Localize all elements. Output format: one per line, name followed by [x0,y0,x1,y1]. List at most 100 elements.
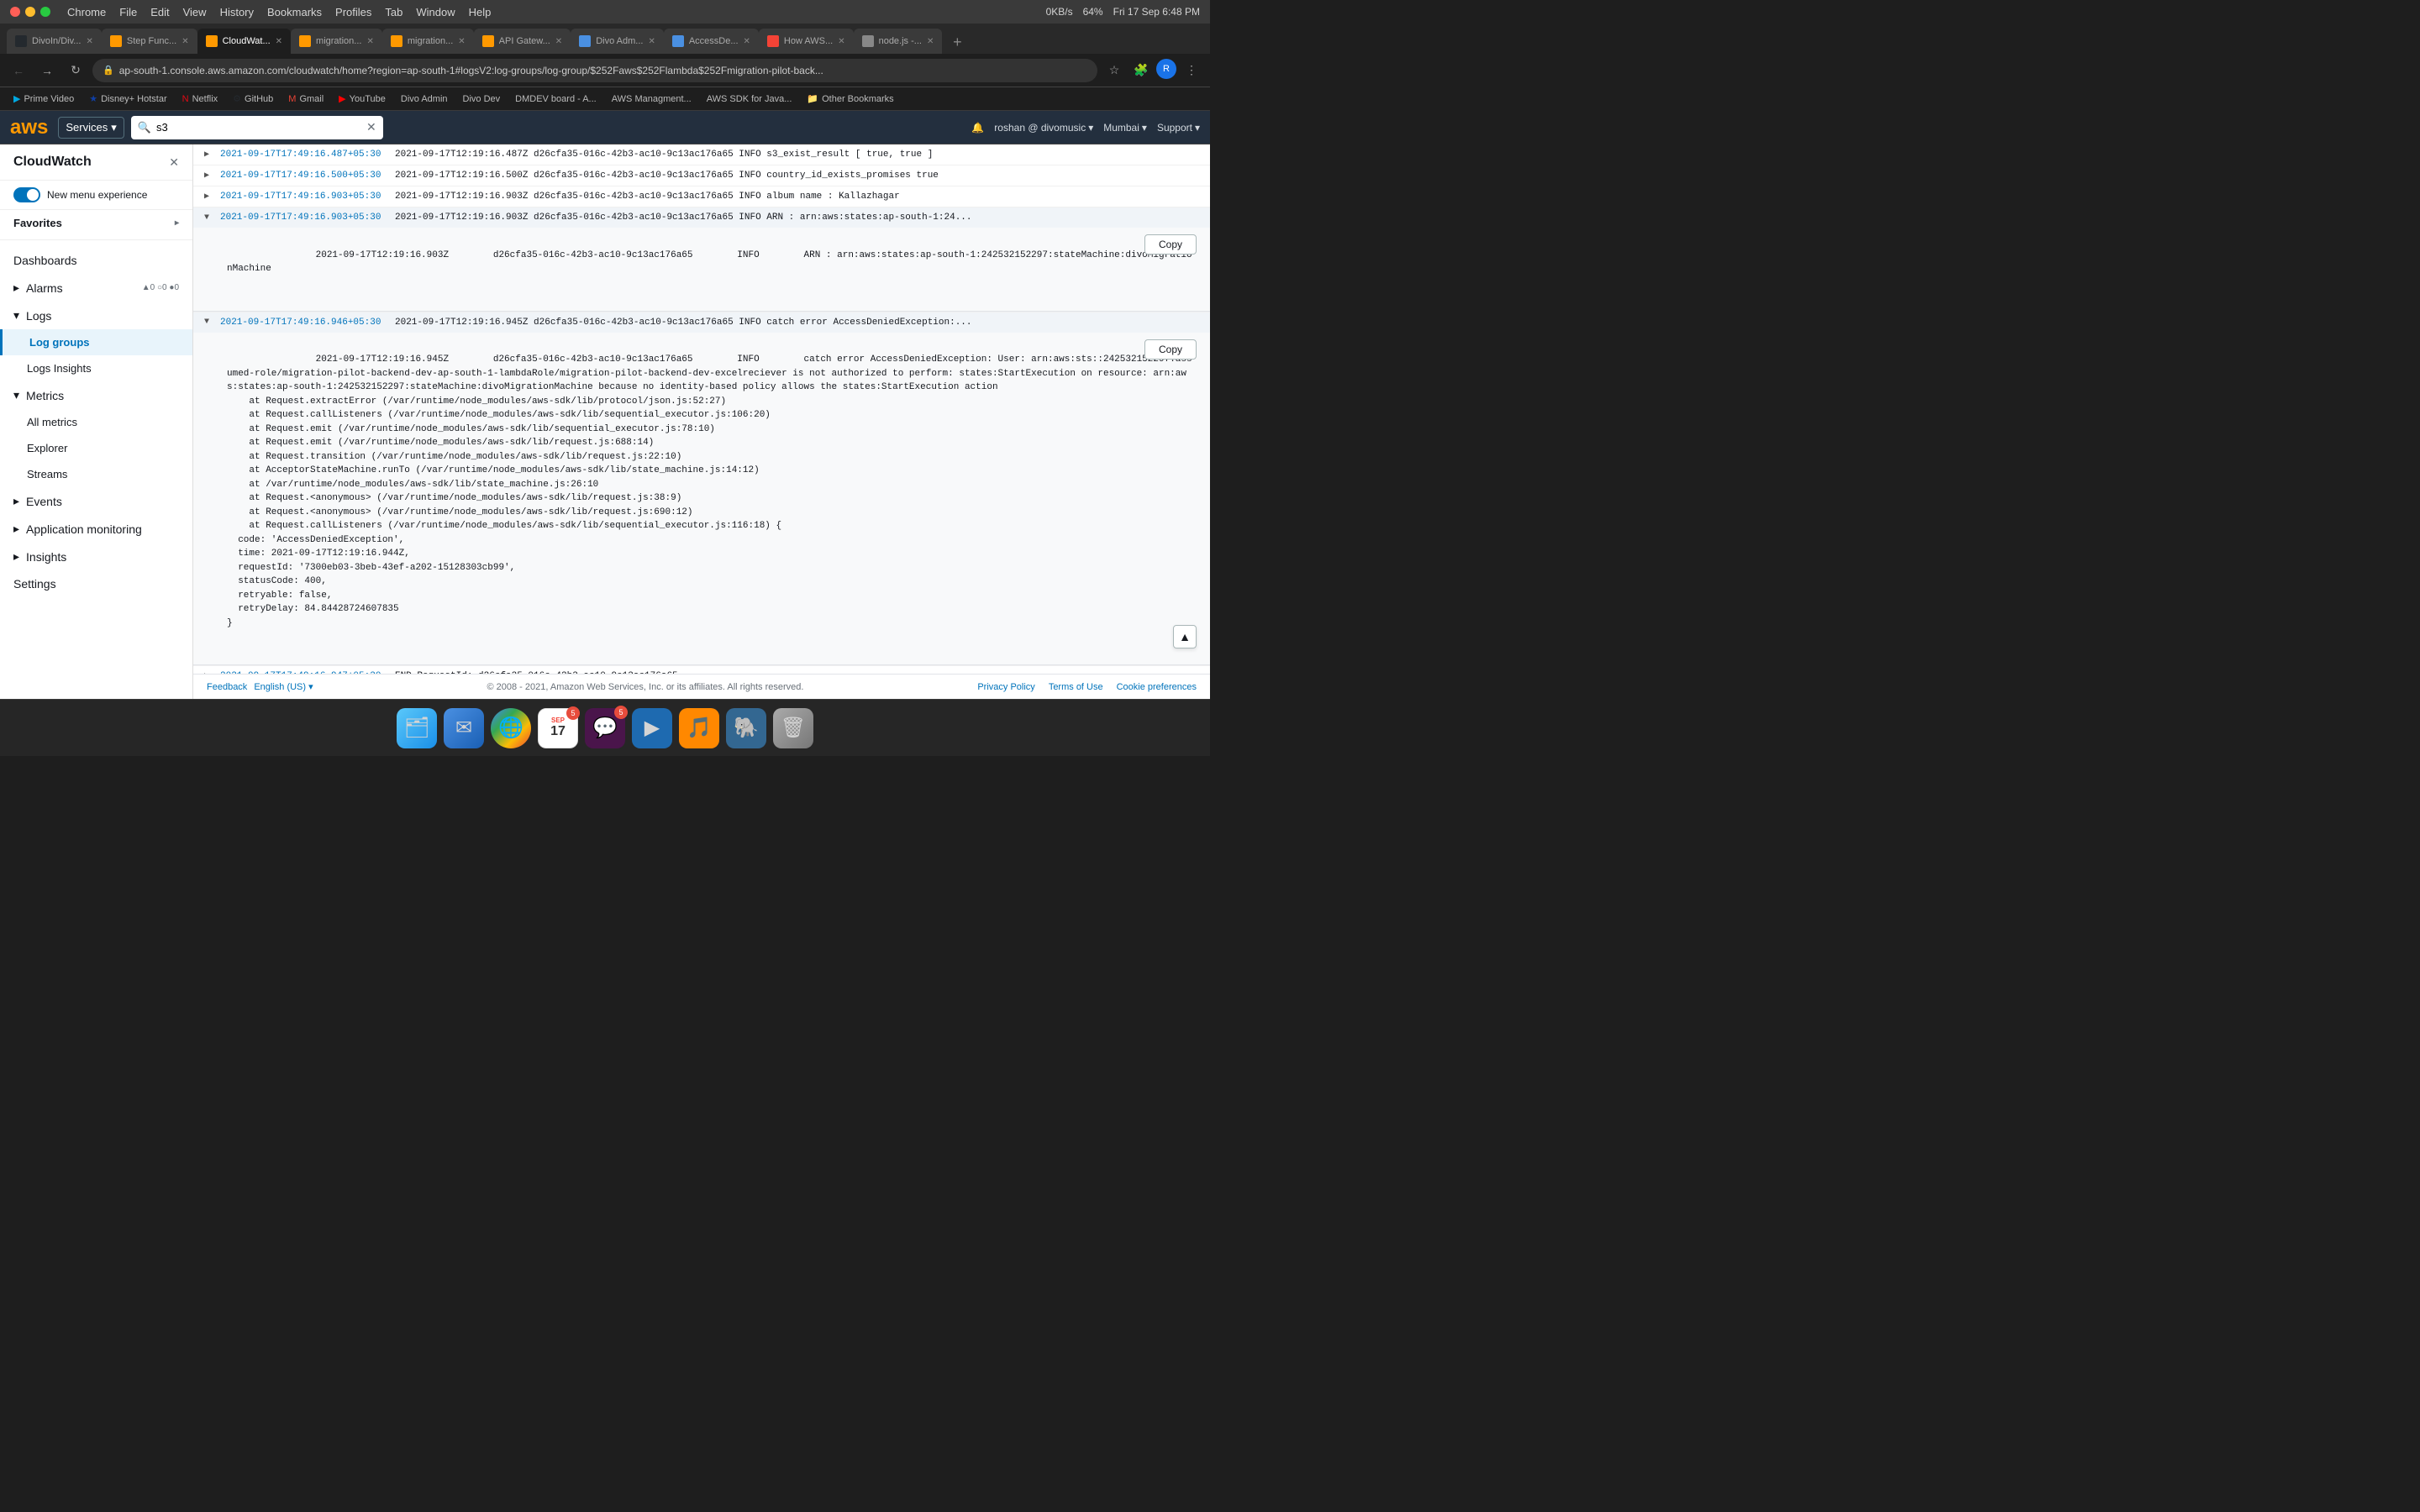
expand-icon[interactable]: ▶ [200,148,213,161]
dock-finder[interactable]: 🗂 [397,708,437,748]
tab-migration1[interactable]: migration... ✕ [291,29,382,54]
feedback-link[interactable]: Feedback [207,682,247,692]
sidebar-item-log-groups[interactable]: Log groups [0,329,192,355]
tab-close-icon[interactable]: ✕ [86,37,92,46]
log-row-1[interactable]: ▶ 2021-09-17T17:49:16.487+05:30 2021-09-… [193,144,1210,165]
bookmark-aws-mgmt[interactable]: AWS Managment... [605,92,698,106]
log-row-2[interactable]: ▶ 2021-09-17T17:49:16.500+05:30 2021-09-… [193,165,1210,186]
terms-link[interactable]: Terms of Use [1049,682,1103,692]
sidebar-item-streams[interactable]: Streams [0,461,192,487]
cookies-link[interactable]: Cookie preferences [1117,682,1197,692]
support-menu[interactable]: Support ▾ [1157,122,1200,134]
tab-close-icon[interactable]: ✕ [744,37,750,46]
expand-icon[interactable]: ▶ [200,190,213,203]
close-button[interactable] [10,7,20,17]
menu-tab[interactable]: Tab [385,6,402,18]
sidebar-item-alarms[interactable]: ▸ Alarms ▲0 ○0 ●0 [0,274,192,302]
privacy-link[interactable]: Privacy Policy [977,682,1034,692]
log-row-3[interactable]: ▶ 2021-09-17T17:49:16.903+05:30 2021-09-… [193,186,1210,207]
expand-icon[interactable]: ▼ [200,316,213,329]
dock-vlc[interactable]: 🎵 [679,708,719,748]
sidebar-close-icon[interactable]: ✕ [169,155,179,170]
dock-postgresql[interactable]: 🐘 [726,708,766,748]
dock-chrome[interactable]: 🌐 [491,708,531,748]
tab-apigateway[interactable]: API Gatew... ✕ [474,29,571,54]
aws-logo[interactable]: aws [10,116,48,139]
expand-icon[interactable]: ▶ [200,169,213,182]
bookmark-aws-sdk[interactable]: AWS SDK for Java... [700,92,799,106]
address-bar[interactable]: 🔒 ap-south-1.console.aws.amazon.com/clou… [92,59,1097,82]
log-row-header-1[interactable]: ▶ 2021-09-17T17:49:16.487+05:30 2021-09-… [193,144,1210,165]
dock-trash[interactable]: 🗑 [773,708,813,748]
forward-button[interactable]: → [35,59,59,82]
menu-view[interactable]: View [183,6,207,18]
bookmark-other[interactable]: 📁 Other Bookmarks [800,92,900,106]
menu-help[interactable]: Help [469,6,492,18]
sidebar-item-dashboards[interactable]: Dashboards [0,247,192,274]
bookmark-github[interactable]: ⚙ GitHub [226,92,280,106]
tab-stepfunc[interactable]: Step Func... ✕ [102,29,197,54]
extensions-icon[interactable]: 🧩 [1129,59,1153,82]
language-selector[interactable]: English (US) ▾ [254,681,313,692]
dock-calendar[interactable]: SEP 17 5 [538,708,578,748]
search-input[interactable] [156,121,361,134]
copy-button-5[interactable]: Copy [1144,339,1197,360]
bookmark-dmdev[interactable]: DMDEV board - A... [508,92,603,106]
dock-mail[interactable]: ✉ [444,708,484,748]
sidebar-item-app-monitoring[interactable]: ▸ Application monitoring [0,515,192,543]
tab-close-icon[interactable]: ✕ [555,37,562,46]
sidebar-item-explorer[interactable]: Explorer [0,435,192,461]
tab-nodejs[interactable]: node.js -... ✕ [854,29,943,54]
log-row-header-2[interactable]: ▶ 2021-09-17T17:49:16.500+05:30 2021-09-… [193,165,1210,186]
menu-chrome[interactable]: Chrome [67,6,106,18]
tab-accessde[interactable]: AccessDe... ✕ [664,29,759,54]
tab-divoln[interactable]: DivoIn/Div... ✕ [7,29,102,54]
tab-close-icon[interactable]: ✕ [838,37,844,46]
menu-history[interactable]: History [220,6,254,18]
dock-vscode[interactable]: ▶ [632,708,672,748]
bookmark-netflix[interactable]: N Netflix [176,92,225,106]
sidebar-item-events[interactable]: ▸ Events [0,487,192,515]
menu-profiles[interactable]: Profiles [335,6,371,18]
tab-howaws[interactable]: How AWS... ✕ [759,29,854,54]
tab-cloudwatch[interactable]: CloudWat... ✕ [197,29,291,54]
tab-close-icon[interactable]: ✕ [648,37,655,46]
reload-button[interactable]: ↻ [64,59,87,82]
new-tab-button[interactable]: + [945,30,969,54]
tab-divo-admin[interactable]: Divo Adm... ✕ [571,29,664,54]
tab-close-icon[interactable]: ✕ [182,37,188,46]
services-button[interactable]: Services ▾ [58,117,124,139]
bookmark-star-icon[interactable]: ☆ [1102,59,1126,82]
copy-button-4[interactable]: Copy [1144,234,1197,255]
menu-file[interactable]: File [119,6,137,18]
log-row-header-5[interactable]: ▼ 2021-09-17T17:49:16.946+05:30 2021-09-… [193,312,1210,333]
user-menu[interactable]: roshan @ divomusic ▾ [994,122,1093,134]
tab-migration2[interactable]: migration... ✕ [382,29,474,54]
minimize-button[interactable] [25,7,35,17]
bookmark-youtube[interactable]: ▶ YouTube [332,92,392,106]
log-row-header-3[interactable]: ▶ 2021-09-17T17:49:16.903+05:30 2021-09-… [193,186,1210,207]
tab-close-icon[interactable]: ✕ [276,37,282,46]
log-row-header-4[interactable]: ▼ 2021-09-17T17:49:16.903+05:30 2021-09-… [193,207,1210,228]
menu-bookmarks[interactable]: Bookmarks [267,6,322,18]
log-row-5[interactable]: ▼ 2021-09-17T17:49:16.946+05:30 2021-09-… [193,312,1210,667]
log-row-6[interactable]: ▶ 2021-09-17T17:49:16.947+05:30 END Requ… [193,666,1210,674]
menu-edit[interactable]: Edit [150,6,169,18]
scroll-top-button[interactable]: ▲ [1173,625,1197,648]
menu-icon[interactable]: ⋮ [1180,59,1203,82]
expand-icon[interactable]: ▼ [200,211,213,224]
maximize-button[interactable] [40,7,50,17]
log-row-4[interactable]: ▼ 2021-09-17T17:49:16.903+05:30 2021-09-… [193,207,1210,312]
aws-search-bar[interactable]: 🔍 ✕ [131,116,383,139]
back-button[interactable]: ← [7,59,30,82]
new-menu-toggle[interactable] [13,187,40,202]
sidebar-item-insights[interactable]: ▸ Insights [0,543,192,570]
sidebar-item-all-metrics[interactable]: All metrics [0,409,192,435]
sidebar-item-logs-insights[interactable]: Logs Insights [0,355,192,381]
sidebar-favorites[interactable]: Favorites ▸ [0,210,192,236]
bookmark-hotstar[interactable]: ★ Disney+ Hotstar [82,92,173,106]
tab-close-icon[interactable]: ✕ [366,37,373,46]
tab-close-icon[interactable]: ✕ [458,37,465,46]
bookmark-prime-video[interactable]: ▶ Prime Video [7,92,81,106]
bookmark-divo-admin[interactable]: Divo Admin [394,92,455,106]
